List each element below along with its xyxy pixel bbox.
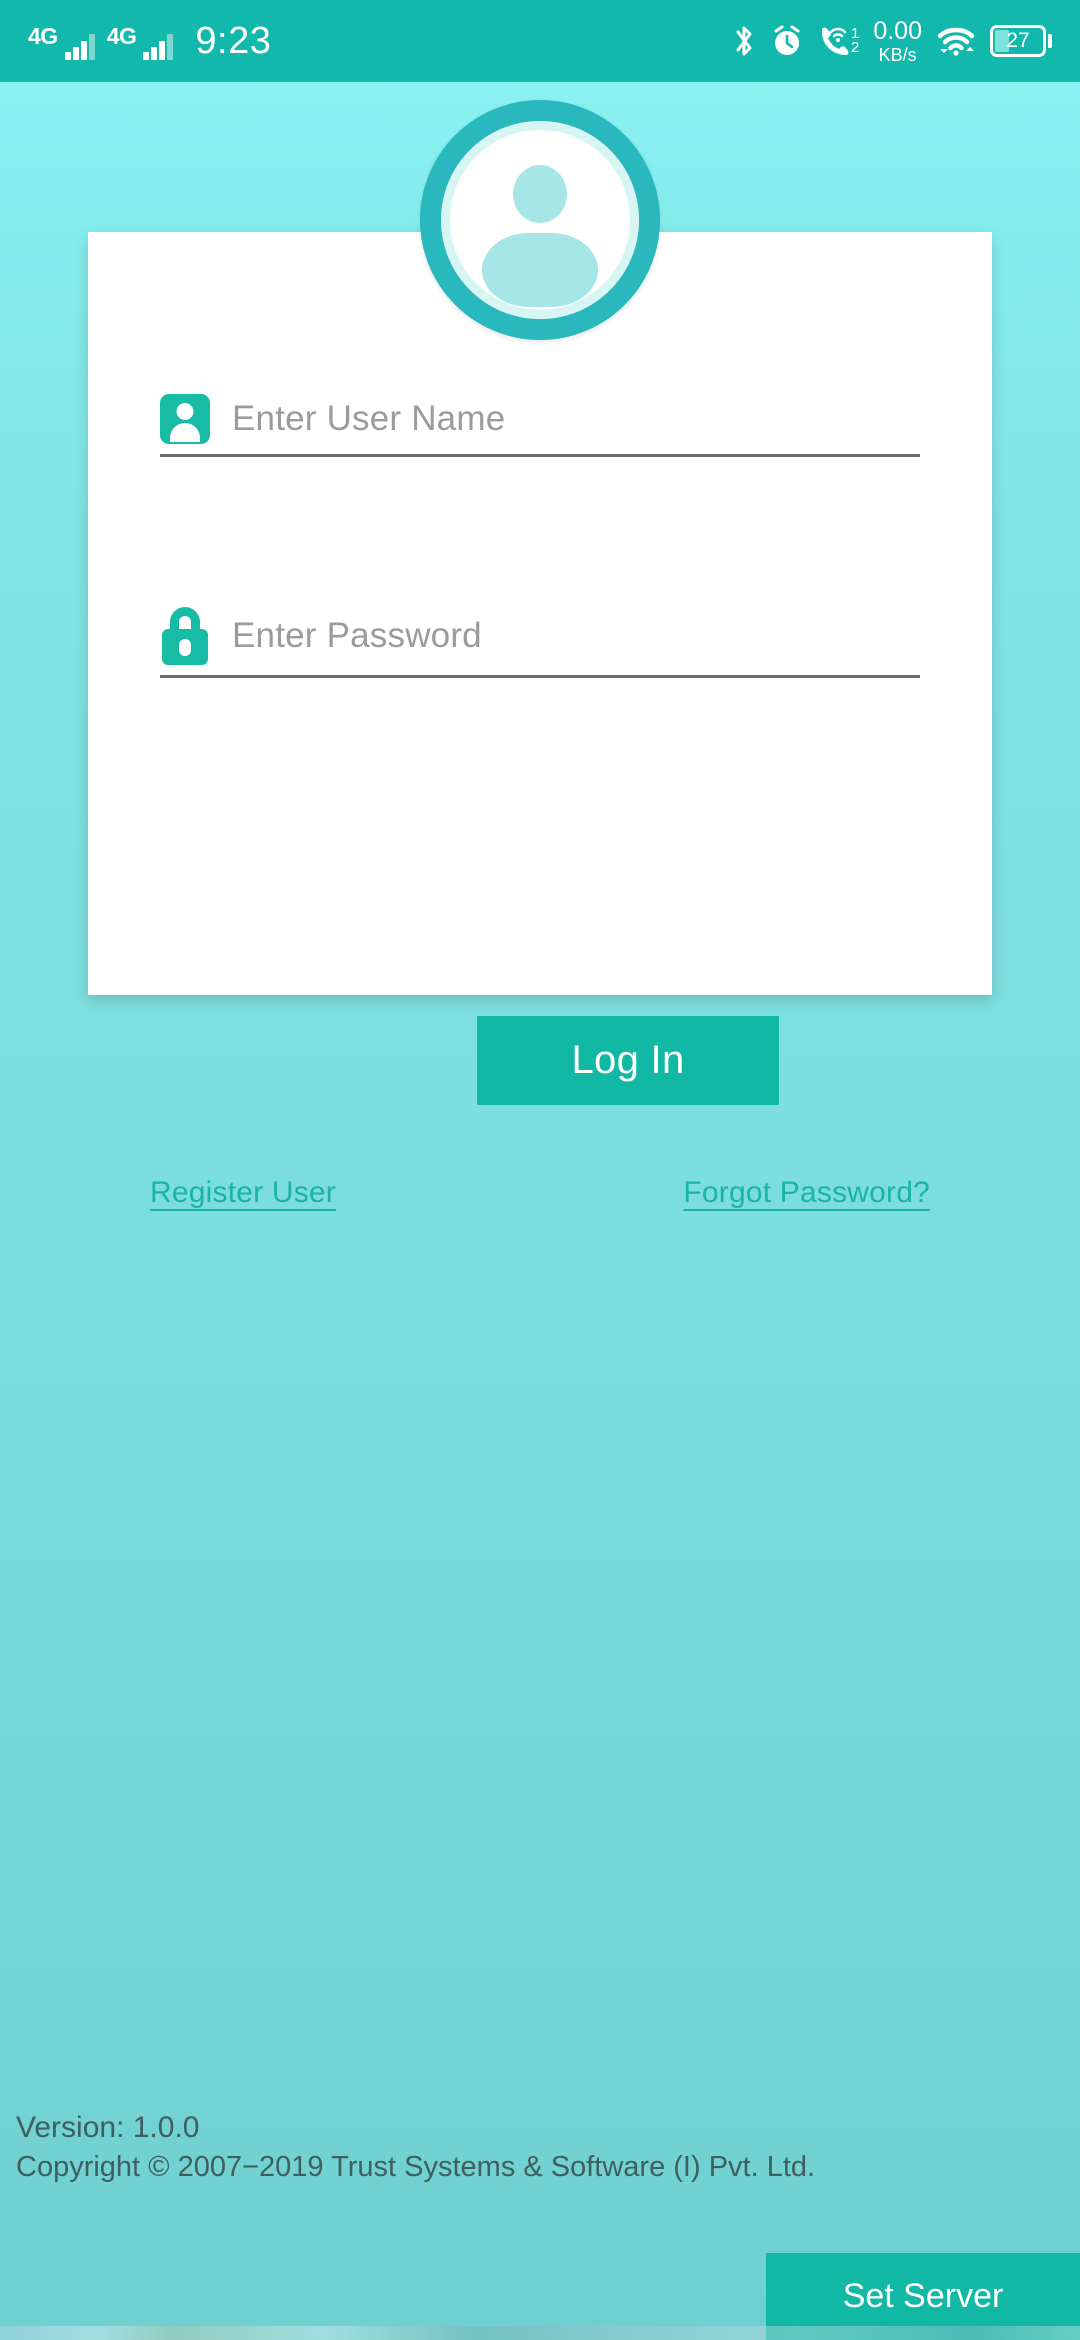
sim2-signal-indicator: 4G <box>107 25 174 60</box>
username-underline <box>160 454 920 457</box>
status-bar-right: 1 2 0.00 KB/s 27 <box>732 16 1052 65</box>
forgot-password-link[interactable]: Forgot Password? <box>683 1176 930 1210</box>
network-speed-unit: KB/s <box>878 44 917 65</box>
user-avatar-icon <box>420 100 660 340</box>
password-field-group: Enter Password <box>160 607 920 678</box>
alarm-clock-icon <box>770 23 804 59</box>
network-speed-indicator: 0.00 KB/s <box>873 16 922 65</box>
password-input[interactable]: Enter Password <box>232 616 482 656</box>
status-bar-left: 4G 4G 9:23 <box>28 22 271 60</box>
battery-icon: 27 <box>990 25 1052 57</box>
signal-bars-icon <box>143 34 174 60</box>
sim1-network-label: 4G <box>28 23 58 49</box>
signal-bars-icon <box>64 34 95 60</box>
copyright-text: Copyright © 2007−2019 Trust Systems & So… <box>16 2150 816 2183</box>
status-bar: 4G 4G 9:23 1 2 0.00 KB/s 27 <box>0 0 1080 82</box>
register-user-link[interactable]: Register User <box>150 1176 336 1210</box>
bluetooth-icon <box>732 23 756 59</box>
sim2-network-label: 4G <box>106 23 137 49</box>
username-field-group: Enter User Name <box>160 394 920 457</box>
bottom-edge-artifact <box>0 2326 1080 2340</box>
vowifi-sim-2: 2 <box>850 39 860 56</box>
battery-level: 27 <box>1006 29 1030 52</box>
username-input[interactable]: Enter User Name <box>232 399 505 439</box>
vowifi-call-icon: 1 2 <box>818 24 859 58</box>
sim1-signal-indicator: 4G <box>28 25 95 60</box>
contact-card-icon <box>160 394 210 444</box>
password-underline <box>160 675 920 678</box>
footer: Version: 1.0.0 Copyright © 2007−2019 Tru… <box>16 2108 916 2186</box>
status-bar-clock: 9:23 <box>195 20 272 62</box>
login-button[interactable]: Log In <box>477 1016 779 1105</box>
lock-icon <box>160 607 210 665</box>
vowifi-sim-labels: 1 2 <box>850 26 860 56</box>
card-links: Register User Forgot Password? <box>88 1176 992 1210</box>
wifi-icon <box>936 23 976 59</box>
network-speed-value: 0.00 <box>873 16 922 45</box>
version-text: Version: 1.0.0 <box>16 2111 200 2144</box>
login-card: Enter User Name Enter Password Log In Re… <box>88 232 992 1209</box>
